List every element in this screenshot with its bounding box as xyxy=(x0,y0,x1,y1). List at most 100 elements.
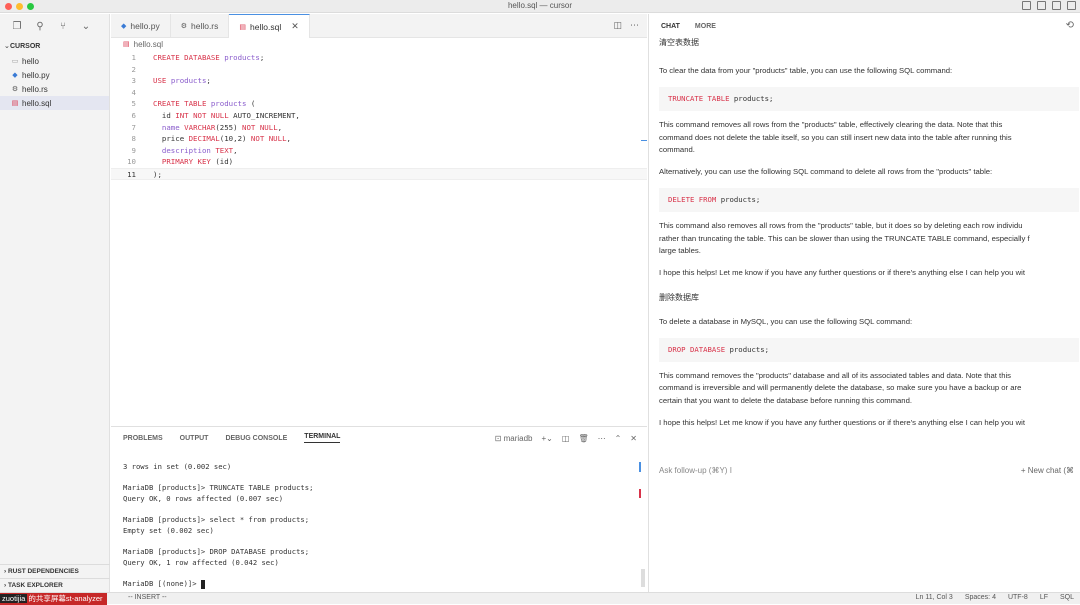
more-actions-icon[interactable]: ⋯ xyxy=(630,20,639,31)
terminal-output[interactable]: 3 rows in set (0.002 sec) MariaDB [produc… xyxy=(111,449,647,589)
code-line[interactable]: 6 id INT NOT NULL AUTO_INCREMENT, xyxy=(111,110,647,122)
code-block[interactable]: TRUNCATE TABLE products; xyxy=(659,87,1079,112)
split-terminal-icon[interactable]: ◫ xyxy=(562,434,570,443)
code-line[interactable]: 9 description TEXT, xyxy=(111,145,647,157)
line-number: 3 xyxy=(131,76,136,86)
share-user: zuotijia xyxy=(0,594,28,603)
rust-file-icon: ⚙ xyxy=(11,86,19,93)
code-line[interactable]: 11); xyxy=(111,167,647,180)
rust-dependencies-section[interactable]: › RUST DEPENDENCIES xyxy=(0,564,110,578)
assistant-text: To delete a database in MySQL, you can u… xyxy=(659,316,913,326)
customize-layout-icon[interactable] xyxy=(1067,1,1076,10)
python-file-icon: ◆ xyxy=(12,72,18,79)
assistant-text: This command removes all rows from the "… xyxy=(659,120,1003,130)
terminal-scrollbar-marker xyxy=(639,489,641,498)
toggle-panel-icon[interactable] xyxy=(1037,1,1046,10)
editor-tabs: ◆ hello.py ⚙ hello.rs ▤ hello.sql ✕ ◫ ⋯ xyxy=(111,14,647,38)
code-line[interactable]: 5 CREATE TABLE products ( xyxy=(111,98,647,110)
text-cursor-icon: I xyxy=(729,466,732,475)
code-line[interactable]: 8 price DECIMAL(10,2) NOT NULL, xyxy=(111,133,647,145)
tab-hello-py[interactable]: ◆ hello.py xyxy=(111,14,171,38)
terminal-cursor xyxy=(200,579,205,589)
file-item-hello-py[interactable]: ◆ hello.py xyxy=(0,68,109,82)
assistant-text: large tables. xyxy=(659,246,701,256)
chevron-down-icon[interactable]: ⌄ xyxy=(81,21,91,32)
file-label: hello.rs xyxy=(22,84,48,94)
indentation[interactable]: Spaces: 4 xyxy=(965,594,996,601)
tab-label: hello.rs xyxy=(190,21,219,31)
code-line[interactable]: 2 xyxy=(111,64,647,76)
language-mode[interactable]: SQL xyxy=(1060,594,1074,601)
breadcrumb-file[interactable]: hello.sql xyxy=(134,40,163,49)
code-text: description TEXT, xyxy=(161,145,238,155)
code-text: products; xyxy=(725,344,770,354)
terminal-icon: ⊡ xyxy=(494,433,502,443)
section-label: RUST DEPENDENCIES xyxy=(7,568,79,575)
end-of-line[interactable]: LF xyxy=(1040,594,1048,601)
panel-tabs: PROBLEMS OUTPUT DEBUG CONSOLE TERMINAL ⊡… xyxy=(111,427,647,449)
toggle-secondary-sidebar-icon[interactable] xyxy=(1052,1,1061,10)
sql-keyword: DROP DATABASE xyxy=(668,344,726,354)
maximize-panel-icon[interactable]: ⌃ xyxy=(615,434,622,443)
sql-file-icon: ▤ xyxy=(239,23,247,31)
code-block[interactable]: DROP DATABASE products; xyxy=(659,337,1079,362)
screen-share-badge: zuotijia 的共享屏幕st-analyzer xyxy=(0,593,107,605)
assistant-text: certain that you want to delete the data… xyxy=(659,395,912,405)
split-editor-icon[interactable]: ◫ xyxy=(613,20,622,31)
file-item-hello-rs[interactable]: ⚙ hello.rs xyxy=(0,82,109,96)
tab-terminal[interactable]: TERMINAL xyxy=(304,433,341,443)
sql-file-icon: ▤ xyxy=(123,41,130,48)
code-line[interactable]: 4 xyxy=(111,87,647,99)
code-text: name VARCHAR(255) NOT NULL, xyxy=(161,122,283,132)
source-control-icon[interactable]: ⑂ xyxy=(58,21,68,32)
terminal-scrollbar[interactable] xyxy=(641,569,645,587)
file-item-hello-sql[interactable]: ▤ hello.sql xyxy=(0,96,109,110)
bottom-panel: PROBLEMS OUTPUT DEBUG CONSOLE TERMINAL ⊡… xyxy=(111,426,647,592)
code-line[interactable]: 10 PRIMARY KEY (id) xyxy=(111,156,647,168)
code-editor[interactable]: 1 CREATE DATABASE products; 2 3 USE products… xyxy=(111,52,647,180)
new-terminal-icon[interactable]: +⌄ xyxy=(542,434,553,443)
explorer-icon[interactable]: ❐ xyxy=(12,21,22,32)
close-tab-icon[interactable]: ✕ xyxy=(291,21,299,32)
tab-problems[interactable]: PROBLEMS xyxy=(123,435,163,442)
line-number: 9 xyxy=(131,145,136,155)
search-icon[interactable]: ⚲ xyxy=(35,21,45,32)
encoding[interactable]: UTF-8 xyxy=(1008,594,1028,601)
terminal-selector[interactable]: ⊡ mariadb xyxy=(495,434,533,443)
task-explorer-section[interactable]: › TASK EXPLORER xyxy=(0,578,110,592)
code-text: price DECIMAL(10,2) NOT NULL, xyxy=(153,134,291,144)
editor-area: ◆ hello.py ⚙ hello.rs ▤ hello.sql ✕ ◫ ⋯ … xyxy=(111,14,647,426)
close-panel-icon[interactable]: ✕ xyxy=(630,434,637,443)
tab-hello-sql[interactable]: ▤ hello.sql ✕ xyxy=(229,14,310,38)
tab-output[interactable]: OUTPUT xyxy=(180,435,209,442)
terminal-line: MariaDB [products]> DROP DATABASE produc… xyxy=(123,547,310,556)
activity-toolbar: ❐ ⚲ ⑂ ⌄ xyxy=(0,14,109,38)
code-line[interactable]: 7 name VARCHAR(255) NOT NULL, xyxy=(111,122,647,134)
explorer-section-header[interactable]: ⌄CURSOR xyxy=(0,38,109,54)
file-item-hello[interactable]: ▭ hello xyxy=(0,54,109,68)
file-label: hello.sql xyxy=(22,98,52,108)
more-actions-icon[interactable]: ⋯ xyxy=(598,434,606,443)
code-block[interactable]: DELETE FROM products; xyxy=(659,188,1079,213)
code-line[interactable]: 1 CREATE DATABASE products; xyxy=(111,52,647,64)
code-line[interactable]: 3 USE products; xyxy=(111,75,647,87)
new-chat-button[interactable]: + New chat (⌘ xyxy=(1021,466,1074,475)
cursor-position[interactable]: Ln 11, Col 3 xyxy=(916,594,953,601)
tab-hello-rs[interactable]: ⚙ hello.rs xyxy=(171,14,230,38)
tab-debug-console[interactable]: DEBUG CONSOLE xyxy=(225,435,287,442)
terminal-line: MariaDB [products]> select * from produc… xyxy=(123,515,310,524)
history-icon[interactable]: ⟲ xyxy=(1066,20,1074,31)
line-number: 5 xyxy=(131,99,136,109)
tab-more[interactable]: MORE xyxy=(695,23,716,30)
toggle-sidebar-icon[interactable] xyxy=(1022,1,1031,10)
code-text: id INT NOT NULL AUTO_INCREMENT, xyxy=(153,110,300,120)
terminal-line: 3 rows in set (0.002 sec) xyxy=(123,462,232,471)
tab-chat[interactable]: CHAT xyxy=(661,23,680,30)
chevron-right-icon: › xyxy=(4,568,7,575)
follow-up-input[interactable]: Ask follow-up (⌘Y) I xyxy=(659,466,732,475)
kill-terminal-icon[interactable]: 🗑 xyxy=(578,434,588,443)
